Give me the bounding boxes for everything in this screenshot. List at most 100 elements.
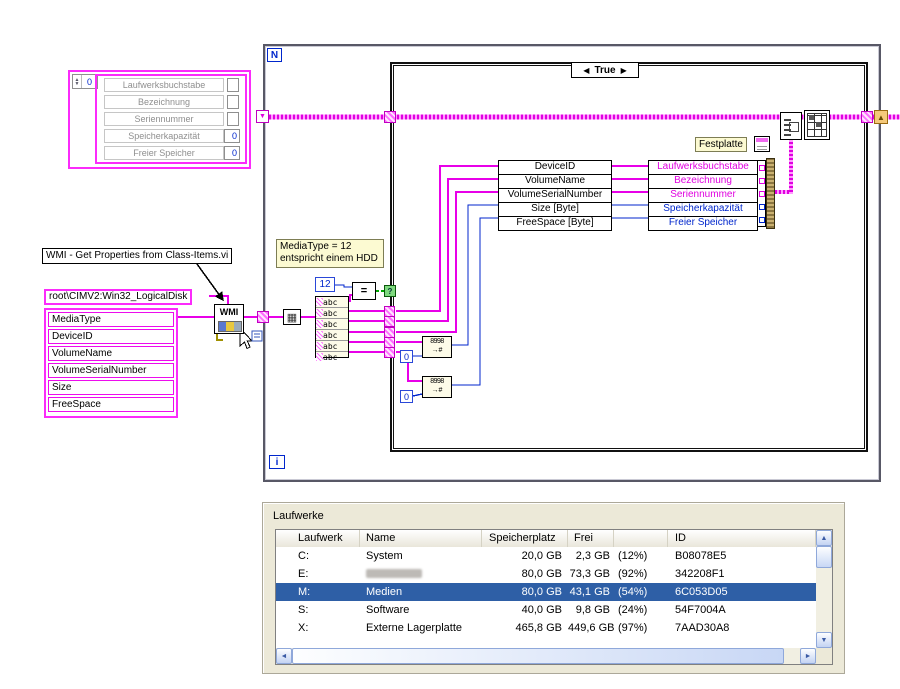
scroll-right-button[interactable]: ► [800, 648, 816, 664]
comment-label[interactable]: MediaType = 12 entspricht einem HDD [276, 239, 384, 268]
wmi-vi-icon[interactable]: WMI [214, 304, 244, 334]
cluster-field-value[interactable]: 0 [224, 146, 240, 160]
case-prev-arrow-icon[interactable]: ◀ [583, 66, 589, 75]
cluster-field-value[interactable]: 0 [224, 129, 240, 143]
drive-id: 7AAD30A8 [675, 622, 730, 634]
wmi-class-constant[interactable]: root\CIMV2:Win32_LogicalDisk [44, 289, 193, 305]
table-row[interactable]: S: Software 40,0 GB 9,8 GB (24%) 54F7004… [276, 601, 816, 619]
bundle-output-bar [766, 158, 775, 229]
shift-register-right[interactable]: ▲ [874, 110, 888, 124]
drive-letter: E: [298, 568, 309, 580]
table-row-selected[interactable]: M: Medien 80,0 GB 43,1 GB (54%) 6C053D05 [276, 583, 816, 601]
wire-label[interactable]: Size [Byte] [499, 202, 611, 216]
cluster-field-label[interactable]: Laufwerksbuchstabe [104, 78, 224, 92]
column-header-speicherplatz[interactable]: Speicherplatz [482, 530, 568, 547]
drive-letter: S: [298, 604, 309, 616]
scroll-up-button[interactable]: ▲ [816, 530, 832, 546]
wire-label[interactable]: FreeSpace [Byte] [499, 216, 611, 230]
tunnel-string-5[interactable] [384, 347, 395, 358]
drive-capacity: 20,0 GB [521, 550, 562, 562]
drive-name: Externe Lagerplatte [366, 622, 463, 634]
tunnel-string-2[interactable] [384, 316, 395, 327]
loop-iteration-label: i [275, 456, 279, 468]
column-header-laufwerk[interactable]: Laufwerk [276, 530, 360, 547]
abc-glyph: abc [323, 297, 338, 307]
table-row[interactable]: X: Externe Lagerplatte 465,8 GB 449,6 GB… [276, 619, 816, 637]
vi-name-label[interactable]: WMI - Get Properties from Class-Items.vi [42, 248, 233, 264]
vertical-scrollbar[interactable]: ▲ ▼ [816, 530, 832, 648]
numeric-constant-12[interactable]: 12 [315, 277, 335, 292]
column-header-frei[interactable]: Frei [568, 530, 614, 547]
drive-letter: X: [298, 622, 309, 634]
string-index-node[interactable]: abc abc abc abc abc abc [315, 296, 349, 362]
scroll-left-button[interactable]: ◄ [276, 648, 292, 664]
wmi-class-text: root\CIMV2:Win32_LogicalDisk [49, 291, 188, 302]
wire-label[interactable]: VolumeName [499, 174, 611, 188]
build-array-icon[interactable] [780, 112, 802, 140]
bundle-field-label[interactable]: Freier Speicher [649, 216, 757, 230]
index-array-icon[interactable]: ▦ [283, 309, 301, 325]
cluster-constant-icon[interactable] [754, 136, 770, 152]
property-item[interactable]: DeviceID [48, 329, 174, 344]
wire-label[interactable]: VolumeSerialNumber [499, 188, 611, 202]
horizontal-scrollbar[interactable]: ◄ ► [276, 648, 816, 664]
cluster-field-value[interactable] [227, 112, 239, 126]
table-row[interactable]: C: System 20,0 GB 2,3 GB (12%) B08078E5 [276, 547, 816, 565]
case-next-arrow-icon[interactable]: ▶ [621, 66, 627, 75]
case-selector[interactable]: ◀ True ▶ [571, 62, 639, 78]
property-item[interactable]: Size [48, 380, 174, 395]
bundle-by-name-node[interactable]: Laufwerksbuchstabe Bezeichnung Seriennum… [648, 160, 758, 231]
numeric-constant-zero-1[interactable]: 0 [400, 350, 413, 363]
table-row[interactable]: E: 80,0 GB 73,3 GB (92%) 342208F1 [276, 565, 816, 583]
tunnel-array-out[interactable] [861, 111, 873, 123]
cluster-field-label[interactable]: Speicherkapazität [104, 129, 224, 143]
abc-glyph: abc [323, 319, 338, 329]
cluster-field-value[interactable] [227, 95, 239, 109]
shift-register-left[interactable]: ▼ [256, 110, 269, 123]
property-item[interactable]: MediaType [48, 312, 174, 327]
property-item[interactable]: VolumeName [48, 346, 174, 361]
cluster-field-label[interactable]: Freier Speicher [104, 146, 224, 160]
array-index-arrows[interactable]: ▲ ▼ [73, 75, 82, 88]
drive-id: B08078E5 [675, 550, 727, 562]
string-to-number-node-2[interactable]: 8998 →# [422, 376, 452, 398]
cluster-field-label[interactable]: Seriennummer [104, 112, 224, 126]
cluster-field-label[interactable]: Bezeichnung [104, 95, 224, 109]
bundle-field-label[interactable]: Seriennummer [649, 188, 757, 202]
wire-label-column: DeviceID VolumeName VolumeSerialNumber S… [498, 160, 612, 231]
festplatte-label[interactable]: Festplatte [695, 137, 747, 152]
numeric-constant-zero-2[interactable]: 0 [400, 390, 413, 403]
string-to-number-node-1[interactable]: 8998 →# [422, 336, 452, 358]
tunnel-wmi-array[interactable] [257, 311, 269, 323]
wire-label[interactable]: DeviceID [499, 161, 611, 174]
drive-name: Software [366, 604, 410, 616]
wmi-icon-graphic [218, 321, 242, 332]
property-item[interactable]: FreeSpace [48, 397, 174, 412]
vertical-scroll-thumb[interactable] [816, 546, 832, 568]
column-header-percent[interactable] [614, 530, 668, 547]
drive-free-percent: (92%) [618, 568, 648, 580]
scroll-down-button[interactable]: ▼ [816, 632, 832, 648]
bundle-field-label[interactable]: Bezeichnung [649, 174, 757, 188]
cluster-field-value[interactable] [227, 78, 239, 92]
loop-iteration-terminal[interactable]: i [269, 455, 285, 469]
case-selector-value: True [594, 64, 616, 76]
tunnel-array-in[interactable] [384, 111, 396, 123]
selector-tunnel-glyph: ? [387, 286, 393, 296]
bundle-field-label[interactable]: Laufwerksbuchstabe [649, 161, 757, 174]
annotation-arrow [196, 263, 224, 302]
property-item[interactable]: VolumeSerialNumber [48, 363, 174, 378]
loop-count-label: N [270, 49, 279, 61]
case-selector-tunnel[interactable]: ? [384, 285, 396, 297]
column-header-name[interactable]: Name [360, 530, 482, 547]
loop-count-terminal[interactable]: N [267, 48, 282, 62]
drive-capacity: 80,0 GB [521, 586, 562, 598]
labview-block-diagram: N i ◀ True ▶ MediaType = 12 entspricht e… [0, 0, 900, 689]
equal-node[interactable]: = [352, 282, 376, 300]
horizontal-scroll-thumb[interactable] [292, 648, 784, 664]
scan-digits-glyph: 8998 [430, 378, 444, 385]
array-function-icon[interactable] [804, 110, 830, 140]
drive-table: Laufwerk Name Speicherplatz Frei ID C: S… [275, 529, 833, 665]
bundle-field-label[interactable]: Speicherkapazität [649, 202, 757, 216]
column-header-id[interactable]: ID [668, 530, 816, 547]
